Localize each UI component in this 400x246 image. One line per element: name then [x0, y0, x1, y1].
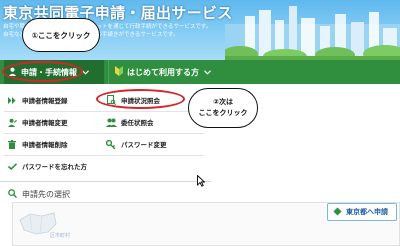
double-chevron-icon	[6, 96, 18, 104]
city-skyline-illustration	[225, 6, 400, 60]
menu-item-label: パスワードを忘れた方	[22, 163, 87, 171]
menu-item-forgot-password[interactable]: パスワードを忘れた方	[6, 157, 87, 175]
apply-destination-heading: 申請先の選択	[8, 189, 70, 200]
menu-item-label: 申請者情報変更	[22, 119, 68, 127]
menu-divider	[4, 155, 204, 156]
chevron-down-icon	[82, 68, 89, 77]
menu-item-delete[interactable]: 申請者情報削除	[6, 135, 68, 153]
check-icon	[6, 162, 18, 170]
highlight-status-inquiry	[96, 89, 185, 109]
callout-step1: ①ここをクリック	[22, 18, 100, 52]
menu-item-label: 申請者情報登録	[22, 97, 68, 105]
callout-step1-text: ①ここをクリック	[31, 30, 91, 40]
menu-item-label: パスワード変更	[121, 141, 167, 149]
nav-first-time-users[interactable]: はじめて利用する方	[108, 60, 218, 84]
menu-item-password-change[interactable]: パスワード変更	[105, 135, 167, 153]
users-icon	[105, 118, 117, 127]
municipality-link[interactable]: 区市町村	[50, 232, 70, 239]
beginner-mark-icon	[115, 66, 123, 78]
search-icon	[8, 189, 17, 200]
key-icon	[105, 139, 117, 149]
menu-item-register[interactable]: 申請者情報登録	[6, 91, 68, 109]
nav-first-time-label: はじめて利用する方	[127, 67, 199, 77]
callout-step2: ②次は ここをクリック	[188, 88, 258, 128]
mouse-cursor-icon	[197, 175, 205, 187]
apply-heading-label: 申請先の選択	[22, 190, 70, 199]
menu-item-proxy-inquiry[interactable]: 委任状照会	[105, 113, 154, 131]
highlight-procedure-menu	[2, 61, 83, 82]
menu-item-label: 申請者情報削除	[22, 141, 68, 149]
apply-to-tokyo-button[interactable]: 東京都へ申請	[327, 203, 397, 221]
menu-item-change[interactable]: 申請者情報変更	[6, 113, 68, 131]
tokyo-button-label: 東京都へ申請	[346, 208, 388, 216]
callout-step2-line2: ここをクリック	[198, 109, 248, 117]
chevron-down-icon	[204, 68, 211, 77]
menu-divider	[4, 111, 204, 112]
menu-divider	[4, 133, 204, 134]
user-edit-icon	[6, 118, 18, 127]
tokyo-emblem-icon	[333, 206, 342, 218]
menu-item-label: 委任状照会	[121, 119, 154, 127]
callout-step2-line1: ②次は	[213, 98, 233, 106]
trash-icon	[6, 139, 18, 149]
